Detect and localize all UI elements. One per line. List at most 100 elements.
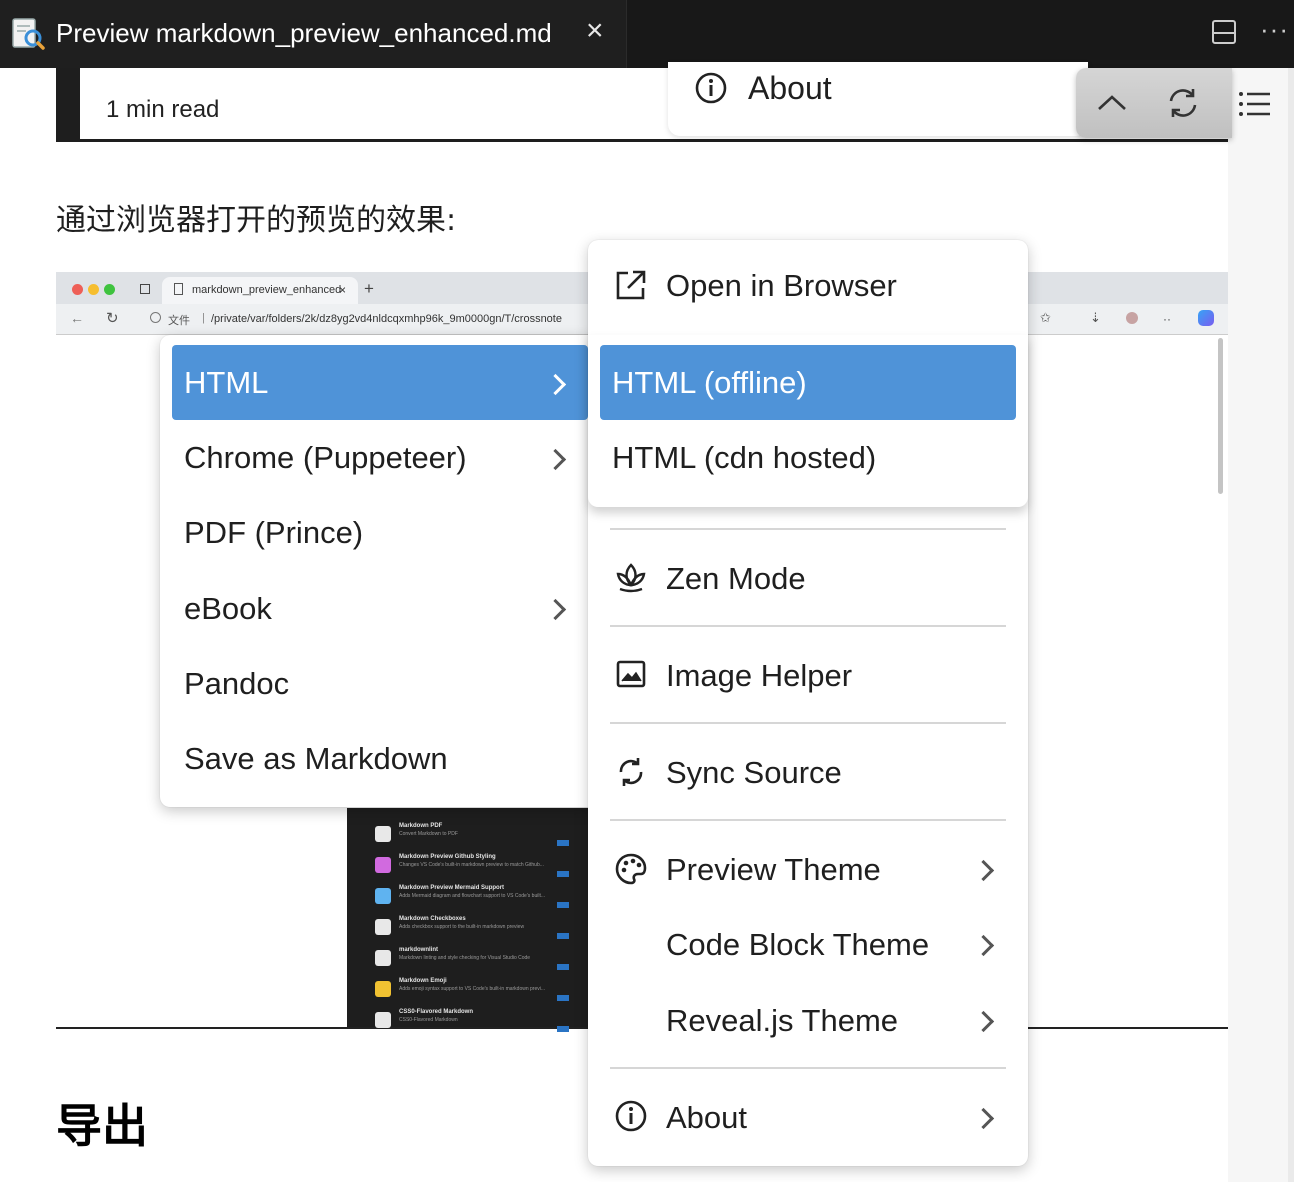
browser-scrollbar <box>1218 338 1223 494</box>
export-menu-item-pandoc[interactable]: Pandoc <box>184 666 289 702</box>
copilot-icon <box>1198 310 1214 326</box>
header-divider <box>56 139 1228 142</box>
menu-item-zen-mode[interactable]: Zen Mode <box>666 561 806 597</box>
menu-separator <box>610 819 1006 821</box>
browser-tab-label: markdown_preview_enhanced <box>192 284 342 296</box>
menu-item-preview-theme[interactable]: Preview Theme <box>666 852 881 888</box>
sync-icon <box>619 758 643 786</box>
browser-tab-close-icon: × <box>339 283 347 297</box>
chevron-up-icon[interactable] <box>1096 92 1128 112</box>
reload-icon: ↻ <box>106 310 119 327</box>
chevron-right-icon <box>972 1107 995 1130</box>
image-icon <box>616 660 646 688</box>
export-menu-item-chrome[interactable]: Chrome (Puppeteer) <box>184 440 467 476</box>
extension-badge <box>557 995 569 1001</box>
more-actions-icon[interactable]: ··· <box>1260 14 1289 45</box>
menu-item-sync-source[interactable]: Sync Source <box>666 755 842 791</box>
table-of-contents-icon[interactable] <box>1238 90 1272 118</box>
preview-scroll-gutter <box>1228 68 1294 1182</box>
extension-badge <box>557 902 569 908</box>
extension-icon <box>375 826 391 842</box>
refresh-icon[interactable] <box>1166 86 1200 120</box>
menu-separator <box>610 625 1006 627</box>
url-separator: | <box>202 312 205 324</box>
extension-title: Markdown PDF <box>399 823 443 829</box>
header-accent-bar <box>56 68 80 140</box>
chevron-right-icon <box>972 1010 995 1033</box>
download-icon: ⇣ <box>1090 310 1101 325</box>
vertical-scrollbar[interactable] <box>1288 68 1294 1182</box>
profile-avatar-icon <box>1126 312 1138 324</box>
chevron-right-icon <box>972 934 995 957</box>
extension-list-item: Markdown Preview Mermaid Support Adds Mer… <box>347 882 588 912</box>
extension-list-item: Markdown PDF Convert Markdown to PDF <box>347 820 588 850</box>
info-icon <box>695 72 727 104</box>
extension-title: Markdown Preview Mermaid Support <box>399 885 505 891</box>
window-close-dot <box>72 284 83 295</box>
html-submenu: HTML (offline) HTML (cdn hosted) <box>588 335 1028 507</box>
about-popover-label[interactable]: About <box>748 70 832 107</box>
extension-badge <box>557 840 569 846</box>
browser-url-text: /private/var/folders/2k/dz8yg2vd4nldcqxm… <box>211 313 562 325</box>
bookmark-icon: ✩ <box>1040 310 1051 325</box>
extension-icon <box>375 919 391 935</box>
extension-title: Markdown Emoji <box>399 978 447 984</box>
extension-icon <box>375 888 391 904</box>
tab-title[interactable]: Preview markdown_preview_enhanced.md <box>56 18 552 49</box>
zen-lotus-icon <box>616 563 646 593</box>
export-menu-item-save-markdown[interactable]: Save as Markdown <box>184 741 448 777</box>
menu-separator <box>610 722 1006 724</box>
extension-list-item: Markdown Checkboxes Adds checkbox support… <box>347 913 588 943</box>
content-paragraph: 通过浏览器打开的预览的效果: <box>56 203 457 238</box>
extensions-icon: ·· <box>1163 312 1171 326</box>
extension-description: Changes VS Code's built-in markdown prev… <box>399 862 544 868</box>
html-submenu-item-offline[interactable]: HTML (offline) <box>612 365 807 401</box>
read-time-label: 1 min read <box>106 96 220 123</box>
url-scheme-label: 文件 <box>168 314 190 327</box>
split-editor-icon[interactable] <box>1212 20 1236 44</box>
html-submenu-item-cdn-hosted[interactable]: HTML (cdn hosted) <box>612 440 876 476</box>
extension-title: CSS0-Flavored Markdown <box>399 1009 474 1015</box>
export-menu-item-ebook[interactable]: eBook <box>184 591 272 627</box>
menu-item-about[interactable]: About <box>666 1100 747 1136</box>
menu-separator <box>610 1067 1006 1069</box>
extension-description: Markdown linting and style checking for … <box>399 955 531 961</box>
extension-description: CSS0-Flavored Markdown <box>399 1017 458 1023</box>
extension-badge <box>557 1026 569 1032</box>
extension-icon <box>375 857 391 873</box>
extension-icon <box>375 950 391 966</box>
tab-close-icon[interactable]: × <box>586 16 604 46</box>
page-icon <box>174 283 183 295</box>
menu-item-image-helper[interactable]: Image Helper <box>666 658 852 694</box>
extension-title: Markdown Preview Github Styling <box>399 854 496 860</box>
extension-list-item: Markdown Emoji Adds emoji syntax support … <box>347 975 588 1005</box>
extension-badge <box>557 933 569 939</box>
export-menu-item-pdf-prince[interactable]: PDF (Prince) <box>184 515 363 551</box>
extension-icon <box>375 981 391 997</box>
new-tab-icon: + <box>364 279 374 298</box>
extension-badge <box>557 871 569 877</box>
extensions-panel: Markdown PDF Convert Markdown to PDF Markd… <box>347 808 588 1032</box>
info-icon <box>615 1100 647 1132</box>
extension-list-item: Markdown Preview Github Styling Changes V… <box>347 851 588 881</box>
about-popover[interactable] <box>668 62 1088 136</box>
chevron-right-icon <box>972 859 995 882</box>
extension-description: Adds checkbox support to the built-in ma… <box>399 924 525 930</box>
sidebar-icon <box>140 284 150 294</box>
extension-icon <box>375 1012 391 1028</box>
chevron-right-icon <box>544 448 567 471</box>
external-link-icon <box>616 270 646 300</box>
extension-list-item: markdownlint Markdown linting and style c… <box>347 944 588 974</box>
export-menu-item-html[interactable]: HTML <box>184 365 268 401</box>
preview-toolbar <box>1076 68 1270 138</box>
section-heading: 导出 <box>56 1099 148 1153</box>
extension-description: Adds Mermaid diagram and flowchart suppo… <box>399 893 546 899</box>
extension-list-item: CSS0-Flavored Markdown CSS0-Flavored Mark… <box>347 1006 588 1036</box>
menu-item-code-block-theme[interactable]: Code Block Theme <box>666 927 929 963</box>
menu-item-revealjs-theme[interactable]: Reveal.js Theme <box>666 1003 898 1039</box>
palette-icon <box>615 853 647 885</box>
preview-file-icon <box>12 18 45 50</box>
extension-title: markdownlint <box>399 947 439 953</box>
menu-item-open-in-browser[interactable]: Open in Browser <box>666 268 897 304</box>
extension-title: Markdown Checkboxes <box>399 916 466 922</box>
